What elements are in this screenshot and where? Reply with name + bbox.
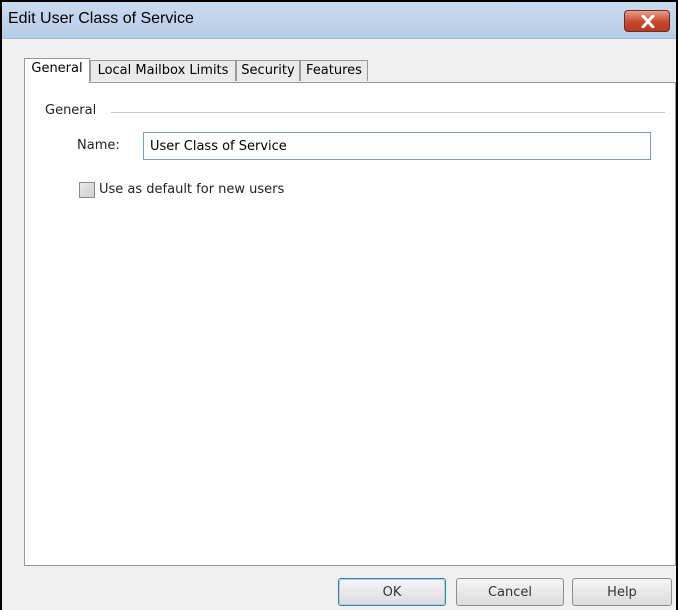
close-button[interactable]	[624, 10, 670, 32]
tab-security[interactable]: Security	[236, 60, 300, 81]
help-button[interactable]: Help	[572, 578, 672, 606]
title-bar[interactable]: Edit User Class of Service	[2, 2, 676, 39]
dialog-window: Edit User Class of Service General Local…	[0, 0, 678, 610]
tab-general[interactable]: General	[24, 58, 90, 83]
name-input[interactable]	[143, 132, 651, 160]
tab-features[interactable]: Features	[300, 60, 368, 81]
tab-general-label: General	[31, 61, 83, 76]
tab-features-label: Features	[306, 63, 362, 78]
general-group-label: General	[45, 103, 101, 118]
tab-local-mailbox-limits-label: Local Mailbox Limits	[97, 63, 229, 78]
ok-button[interactable]: OK	[338, 578, 446, 606]
close-icon	[641, 15, 655, 28]
group-divider	[111, 112, 665, 113]
window-title: Edit User Class of Service	[8, 10, 194, 27]
default-for-new-users-label[interactable]: Use as default for new users	[99, 182, 284, 197]
default-for-new-users-checkbox[interactable]	[79, 182, 95, 198]
general-tab-panel: General Name: Use as default for new use…	[24, 82, 676, 566]
tab-local-mailbox-limits[interactable]: Local Mailbox Limits	[90, 60, 236, 81]
cancel-button[interactable]: Cancel	[456, 578, 564, 606]
name-label: Name:	[77, 138, 120, 153]
tab-security-label: Security	[241, 63, 295, 78]
